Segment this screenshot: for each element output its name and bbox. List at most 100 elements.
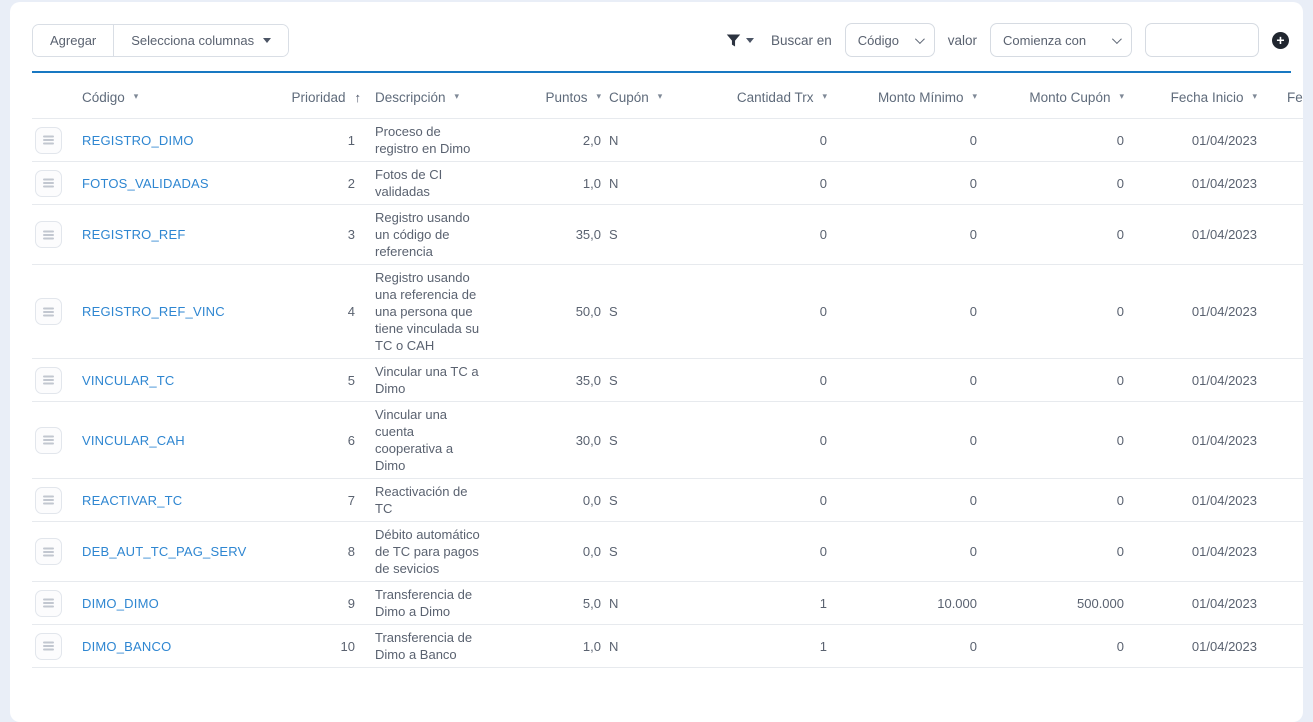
column-label: Monto Mínimo: [878, 90, 964, 105]
descripcion-cell: Reactivación de TC: [369, 479, 529, 522]
monto-cupon-cell: 0: [985, 265, 1132, 359]
row-menu-button[interactable]: [35, 367, 62, 394]
monto-minimo-cell: 0: [835, 402, 985, 479]
agregar-button[interactable]: Agregar: [33, 25, 113, 56]
valor-label: valor: [948, 33, 977, 48]
fecha-fin-cell: [1265, 119, 1303, 162]
sort-indicator-icon[interactable]: ▾: [455, 91, 460, 102]
row-menu-button[interactable]: [35, 127, 62, 154]
column-header-prioridad[interactable]: Prioridad ↑: [257, 73, 369, 119]
fecha-fin-cell: [1265, 522, 1303, 582]
toolbar-button-group: Agregar Selecciona columnas: [32, 24, 289, 57]
prioridad-cell: 2: [257, 162, 369, 205]
puntos-cell: 35,0: [529, 359, 609, 402]
column-header-fecha-inicio[interactable]: Fecha Inicio ▾: [1132, 73, 1265, 119]
row-menu-button[interactable]: [35, 221, 62, 248]
monto-minimo-cell: 0: [835, 119, 985, 162]
codigo-link[interactable]: DEB_AUT_TC_PAG_SERV: [82, 544, 246, 559]
fecha-fin-cell: [1265, 582, 1303, 625]
table-row: REACTIVAR_TC 7 Reactivación de TC 0,0 S …: [32, 479, 1303, 522]
sort-indicator-icon[interactable]: ↑: [355, 90, 362, 105]
fecha-fin-cell: [1265, 359, 1303, 402]
prioridad-cell: 3: [257, 205, 369, 265]
menu-icon: [43, 379, 54, 381]
monto-cupon-cell: 0: [985, 625, 1132, 668]
filter-value-input[interactable]: [1145, 23, 1259, 57]
table-row: FOTOS_VALIDADAS 2 Fotos de CI validadas …: [32, 162, 1303, 205]
codigo-link[interactable]: REGISTRO_DIMO: [82, 133, 194, 148]
fecha-fin-cell: [1265, 162, 1303, 205]
column-label: Descripción: [375, 90, 446, 105]
sort-indicator-icon[interactable]: ▾: [822, 91, 827, 102]
sort-indicator-icon[interactable]: ▾: [1252, 91, 1257, 102]
codigo-link[interactable]: REGISTRO_REF_VINC: [82, 304, 225, 319]
column-header-cupon[interactable]: Cupón ▾: [609, 73, 697, 119]
monto-cupon-cell: 0: [985, 479, 1132, 522]
row-menu-button[interactable]: [35, 298, 62, 325]
toolbar: Agregar Selecciona columnas Buscar en Có…: [22, 18, 1303, 58]
menu-icon: [43, 182, 54, 184]
content-card: Agregar Selecciona columnas Buscar en Có…: [10, 2, 1303, 722]
row-menu-button[interactable]: [35, 590, 62, 617]
column-label: Puntos: [545, 90, 587, 105]
column-label: Monto Cupón: [1029, 90, 1110, 105]
monto-minimo-cell: 10.000: [835, 582, 985, 625]
sort-indicator-icon[interactable]: ▾: [596, 91, 601, 102]
column-header-codigo[interactable]: Código ▾: [82, 73, 257, 119]
column-label: Código: [82, 90, 125, 105]
filter-bar: Buscar en Código valor Comienza con +: [725, 23, 1289, 57]
funnel-icon: [725, 32, 742, 49]
codigo-link[interactable]: DIMO_DIMO: [82, 596, 159, 611]
search-column-value: Código: [858, 33, 899, 48]
menu-icon: [43, 602, 54, 604]
cantidad-trx-cell: 0: [697, 402, 835, 479]
codigo-link[interactable]: REACTIVAR_TC: [82, 493, 182, 508]
sort-indicator-icon[interactable]: ▾: [658, 91, 663, 102]
fecha-fin-cell: [1265, 625, 1303, 668]
filter-toggle[interactable]: [725, 32, 754, 49]
column-header-fecha-fin[interactable]: Fecha Fin ▾: [1265, 73, 1303, 119]
row-menu-button[interactable]: [35, 487, 62, 514]
fecha-fin-cell: [1265, 205, 1303, 265]
column-header-cantidad-trx[interactable]: Cantidad Trx ▾: [697, 73, 835, 119]
fecha-inicio-cell: 01/04/2023: [1132, 582, 1265, 625]
sort-indicator-icon[interactable]: ▾: [134, 91, 139, 102]
prioridad-cell: 8: [257, 522, 369, 582]
codigo-link[interactable]: DIMO_BANCO: [82, 639, 171, 654]
sort-indicator-icon[interactable]: ▾: [1119, 91, 1124, 102]
column-header-puntos[interactable]: Puntos ▾: [529, 73, 609, 119]
menu-icon: [43, 645, 54, 647]
monto-cupon-cell: 500.000: [985, 582, 1132, 625]
codigo-link[interactable]: FOTOS_VALIDADAS: [82, 176, 209, 191]
cantidad-trx-cell: 1: [697, 625, 835, 668]
column-header-descripcion[interactable]: Descripción ▾: [369, 73, 529, 119]
codigo-link[interactable]: VINCULAR_TC: [82, 373, 175, 388]
row-menu-button[interactable]: [35, 427, 62, 454]
column-header-monto-minimo[interactable]: Monto Mínimo ▾: [835, 73, 985, 119]
row-menu-button[interactable]: [35, 170, 62, 197]
fecha-inicio-cell: 01/04/2023: [1132, 479, 1265, 522]
sort-indicator-icon[interactable]: ▾: [972, 91, 977, 102]
monto-cupon-cell: 0: [985, 522, 1132, 582]
operator-value: Comienza con: [1003, 33, 1086, 48]
codigo-link[interactable]: REGISTRO_REF: [82, 227, 186, 242]
fecha-fin-cell: [1265, 479, 1303, 522]
descripcion-cell: Registro usando una referencia de una pe…: [369, 265, 529, 359]
select-columns-button[interactable]: Selecciona columnas: [113, 25, 288, 56]
monto-minimo-cell: 0: [835, 479, 985, 522]
prioridad-cell: 7: [257, 479, 369, 522]
operator-select[interactable]: Comienza con: [990, 23, 1132, 57]
row-menu-button[interactable]: [35, 633, 62, 660]
descripcion-cell: Vincular una cuenta cooperativa a Dimo: [369, 402, 529, 479]
search-column-select[interactable]: Código: [845, 23, 935, 57]
cantidad-trx-cell: 0: [697, 479, 835, 522]
row-menu-button[interactable]: [35, 538, 62, 565]
column-label: Fecha Inicio: [1171, 90, 1244, 105]
add-filter-button[interactable]: +: [1272, 32, 1289, 49]
codigo-link[interactable]: VINCULAR_CAH: [82, 433, 185, 448]
monto-cupon-cell: 0: [985, 205, 1132, 265]
prioridad-cell: 6: [257, 402, 369, 479]
cupon-cell: S: [609, 205, 697, 265]
table-row: REGISTRO_DIMO 1 Proceso de registro en D…: [32, 119, 1303, 162]
column-header-monto-cupon[interactable]: Monto Cupón ▾: [985, 73, 1132, 119]
